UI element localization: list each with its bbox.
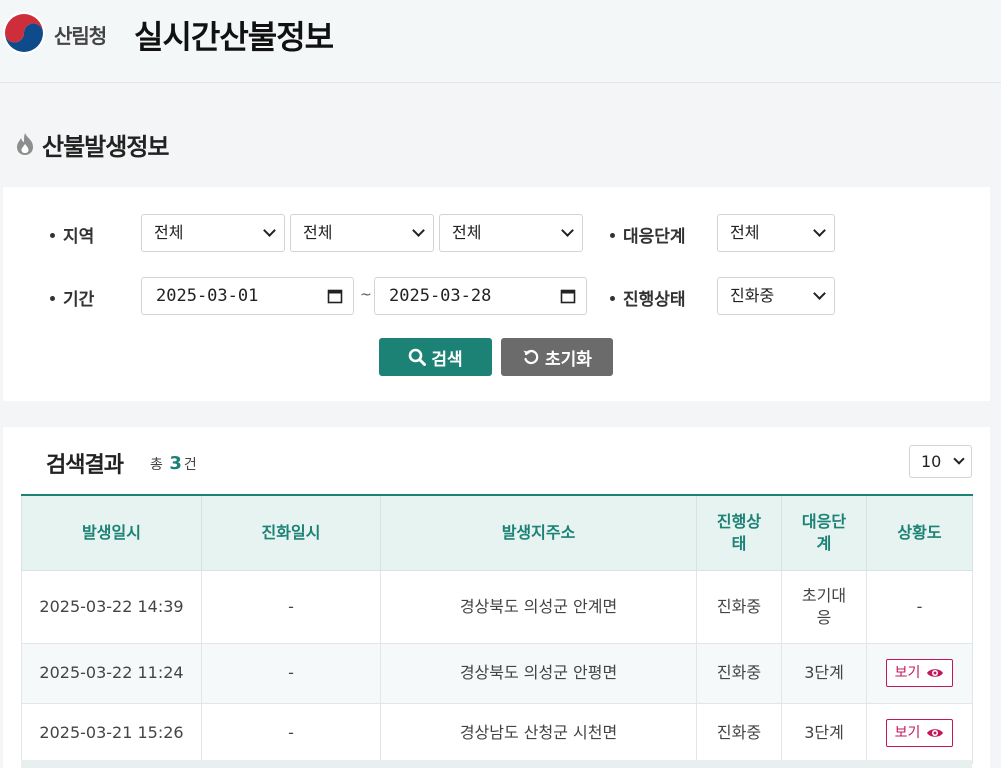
- chevron-down-icon: [813, 287, 826, 300]
- section-heading: 산불발생정보: [14, 128, 169, 161]
- eye-icon: [927, 729, 944, 737]
- chevron-down-icon: [561, 224, 574, 237]
- status-cell: 진화중: [696, 642, 782, 704]
- occurred-cell: 2025-03-21 15:26: [21, 702, 202, 764]
- extinguished-cell: -: [201, 702, 381, 764]
- address-cell: 경상북도 의성군 안평면: [380, 642, 697, 704]
- status-cell: 진화중: [696, 569, 782, 644]
- date-range-separator: ~: [360, 287, 372, 303]
- government-emblem-icon[interactable]: [2, 11, 46, 55]
- region-city-select[interactable]: 전체: [290, 214, 434, 252]
- result-panel: 검색결과 총 3건 10 발생일시 진화일시 발생지주소 진행상 태 대응단 계…: [3, 427, 990, 768]
- view-map-button[interactable]: 보기: [886, 719, 953, 747]
- column-header: 상황도: [866, 494, 973, 571]
- column-header: 진화일시: [201, 494, 381, 571]
- extinguished-cell: -: [201, 569, 381, 644]
- chevron-down-icon: [263, 224, 276, 237]
- column-header: 대응단 계: [781, 494, 867, 571]
- result-count: 총 3건: [150, 453, 197, 474]
- table-header-row: 발생일시 진화일시 발생지주소 진행상 태 대응단 계 상황도: [21, 494, 973, 571]
- occurred-cell: 2025-03-22 14:39: [21, 569, 202, 644]
- site-title[interactable]: 실시간산불정보: [134, 12, 334, 58]
- period-label: 기간: [50, 285, 94, 310]
- address-cell: 경상남도 산청군 시천면: [380, 702, 697, 764]
- stage-cell: 3단계: [781, 642, 867, 704]
- address-cell: 경상북도 의성군 안계면: [380, 569, 697, 644]
- map-cell: 보기: [866, 642, 973, 704]
- search-button[interactable]: 검색: [379, 338, 492, 376]
- column-header: 진행상 태: [696, 494, 782, 571]
- end-date-input[interactable]: 2025-03-28: [374, 277, 587, 315]
- status-select[interactable]: 진화중: [717, 277, 835, 315]
- eye-icon: [927, 669, 944, 677]
- map-cell: 보기: [866, 702, 973, 764]
- chevron-down-icon: [813, 224, 826, 237]
- table-row: 2025-03-22 11:24 - 경상북도 의성군 안평면 진화중 3단계 …: [21, 642, 973, 704]
- status-cell: 진화중: [696, 702, 782, 764]
- start-date-input[interactable]: 2025-03-01: [141, 277, 354, 315]
- search-panel: 지역 전체 전체 전체 대응단계 전체 기간 2025-03-01 ~ 2025…: [3, 187, 990, 401]
- occurred-cell: 2025-03-22 11:24: [21, 642, 202, 704]
- column-header: 발생일시: [21, 494, 202, 571]
- page-size-select[interactable]: 10: [909, 445, 972, 478]
- response-stage-label: 대응단계: [610, 222, 686, 247]
- map-cell: -: [866, 569, 973, 644]
- extinguished-cell: -: [201, 642, 381, 704]
- result-title: 검색결과: [46, 453, 124, 478]
- table-row: 2025-03-22 14:39 - 경상북도 의성군 안계면 진화중 초기대 …: [21, 569, 973, 644]
- stage-cell: 초기대 응: [781, 569, 867, 644]
- region-province-select[interactable]: 전체: [141, 214, 285, 252]
- reset-button[interactable]: 초기화: [501, 338, 613, 376]
- table-row: 2025-03-21 15:26 - 경상남도 산청군 시천면 진화중 3단계 …: [21, 702, 973, 764]
- region-town-select[interactable]: 전체: [439, 214, 583, 252]
- undo-icon: [523, 349, 539, 365]
- site-header: 산림청 실시간산불정보: [0, 0, 1001, 83]
- status-label: 진행상태: [610, 285, 686, 310]
- search-icon: [409, 348, 427, 366]
- results-table: 발생일시 진화일시 발생지주소 진행상 태 대응단 계 상황도 2025-03-…: [21, 494, 973, 764]
- chevron-down-icon: [412, 224, 425, 237]
- table-footer-band: [21, 760, 972, 768]
- agency-name[interactable]: 산림청: [54, 20, 107, 49]
- column-header: 발생지주소: [380, 494, 697, 571]
- response-stage-select[interactable]: 전체: [717, 214, 835, 252]
- stage-cell: 3단계: [781, 702, 867, 764]
- chevron-down-icon: [953, 453, 965, 465]
- section-title: 산불발생정보: [42, 132, 169, 161]
- region-label: 지역: [50, 222, 94, 247]
- calendar-icon[interactable]: [560, 288, 576, 304]
- view-map-button[interactable]: 보기: [886, 659, 953, 687]
- calendar-icon[interactable]: [327, 288, 343, 304]
- flame-icon: [17, 133, 33, 155]
